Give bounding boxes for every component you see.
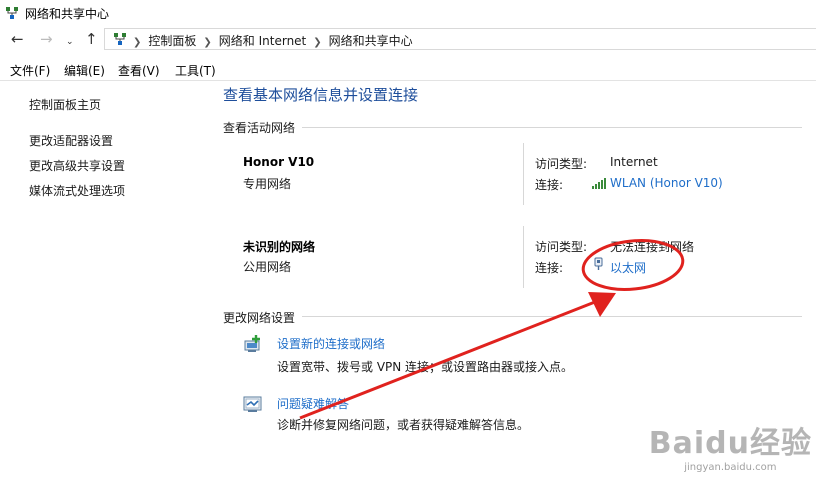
sidebar-item-advanced-sharing[interactable]: 更改高级共享设置 (29, 157, 125, 174)
setup-connection-description: 设置宽带、拨号或 VPN 连接；或设置路由器或接入点。 (277, 360, 574, 374)
network-name: 未识别的网络 (243, 240, 316, 254)
section-divider (302, 316, 802, 317)
access-type-label: 访问类型: (535, 157, 588, 171)
connection-label: 连接: (535, 178, 564, 192)
baidu-jingyan-watermark: Baidu经验 jingyan.baidu.com (649, 418, 812, 473)
sidebar-item-control-panel-home[interactable]: 控制面板主页 (29, 96, 101, 113)
menu-file[interactable]: 文件(F) (10, 62, 50, 79)
recent-dropdown-icon[interactable]: ⌄ (66, 33, 74, 51)
wifi-signal-icon (592, 178, 606, 189)
navigation-bar: ← → ⌄ ↑ ❯ 控制面板 ❯ 网络和 Internet ❯ 网络和共享中心 (0, 26, 816, 53)
menu-tools[interactable]: 工具(T) (175, 62, 216, 79)
access-type-value: Internet (610, 155, 658, 169)
network-center-icon (6, 7, 18, 19)
column-divider (523, 226, 524, 288)
wlan-connection-link[interactable]: WLAN (Honor V10) (610, 176, 723, 190)
access-type-value: 无法连接到网络 (610, 240, 695, 254)
breadcrumb-item[interactable]: 网络和 Internet (219, 34, 306, 48)
connection-label: 连接: (535, 261, 564, 275)
title-bar: 网络和共享中心 (0, 0, 816, 26)
troubleshoot-link[interactable]: 问题疑难解答 (277, 395, 349, 412)
sidebar-item-media-streaming[interactable]: 媒体流式处理选项 (29, 182, 125, 199)
setup-connection-link[interactable]: 设置新的连接或网络 (277, 335, 385, 352)
breadcrumb-separator-icon: ❯ (133, 37, 142, 48)
watermark-logo-text: Baidu经验 (648, 426, 812, 461)
back-arrow-icon[interactable]: ← (11, 30, 24, 48)
up-arrow-icon[interactable]: ↑ (85, 30, 98, 48)
sidebar-item-adapter-settings[interactable]: 更改适配器设置 (29, 132, 113, 149)
breadcrumb-separator-icon[interactable]: ❯ (313, 37, 321, 48)
active-networks-title: 查看活动网络 (223, 121, 296, 135)
window-title: 网络和共享中心 (25, 7, 110, 21)
section-divider (302, 127, 802, 128)
annotation-arrow-head-icon (588, 292, 616, 317)
new-connection-icon (244, 335, 260, 352)
troubleshoot-icon (243, 396, 262, 412)
breadcrumb-separator-icon[interactable]: ❯ (203, 37, 211, 48)
ethernet-connection-link[interactable]: 以太网 (610, 259, 646, 276)
breadcrumb-item[interactable]: 网络和共享中心 (329, 34, 413, 48)
access-type-label: 访问类型: (535, 240, 588, 254)
ethernet-icon (594, 257, 603, 270)
menu-view[interactable]: 查看(V) (118, 62, 160, 79)
page-title: 查看基本网络信息并设置连接 (223, 86, 419, 104)
column-divider (523, 143, 524, 205)
network-type: 专用网络 (243, 177, 292, 191)
breadcrumb: ❯ 控制面板 ❯ 网络和 Internet ❯ 网络和共享中心 (133, 32, 413, 49)
troubleshoot-description: 诊断并修复网络问题，或者获得疑难解答信息。 (277, 418, 530, 432)
breadcrumb-item[interactable]: 控制面板 (148, 34, 196, 48)
menu-bar: 文件(F) 编辑(E) 查看(V) 工具(T) (0, 58, 816, 81)
network-name: Honor V10 (243, 155, 315, 169)
address-bar[interactable]: ❯ 控制面板 ❯ 网络和 Internet ❯ 网络和共享中心 (104, 28, 816, 50)
control-panel-icon (114, 33, 126, 45)
watermark-url: jingyan.baidu.com (684, 462, 777, 473)
menu-edit[interactable]: 编辑(E) (64, 62, 105, 79)
network-type: 公用网络 (243, 260, 292, 274)
forward-arrow-icon[interactable]: → (40, 30, 53, 48)
change-settings-title: 更改网络设置 (223, 311, 296, 325)
